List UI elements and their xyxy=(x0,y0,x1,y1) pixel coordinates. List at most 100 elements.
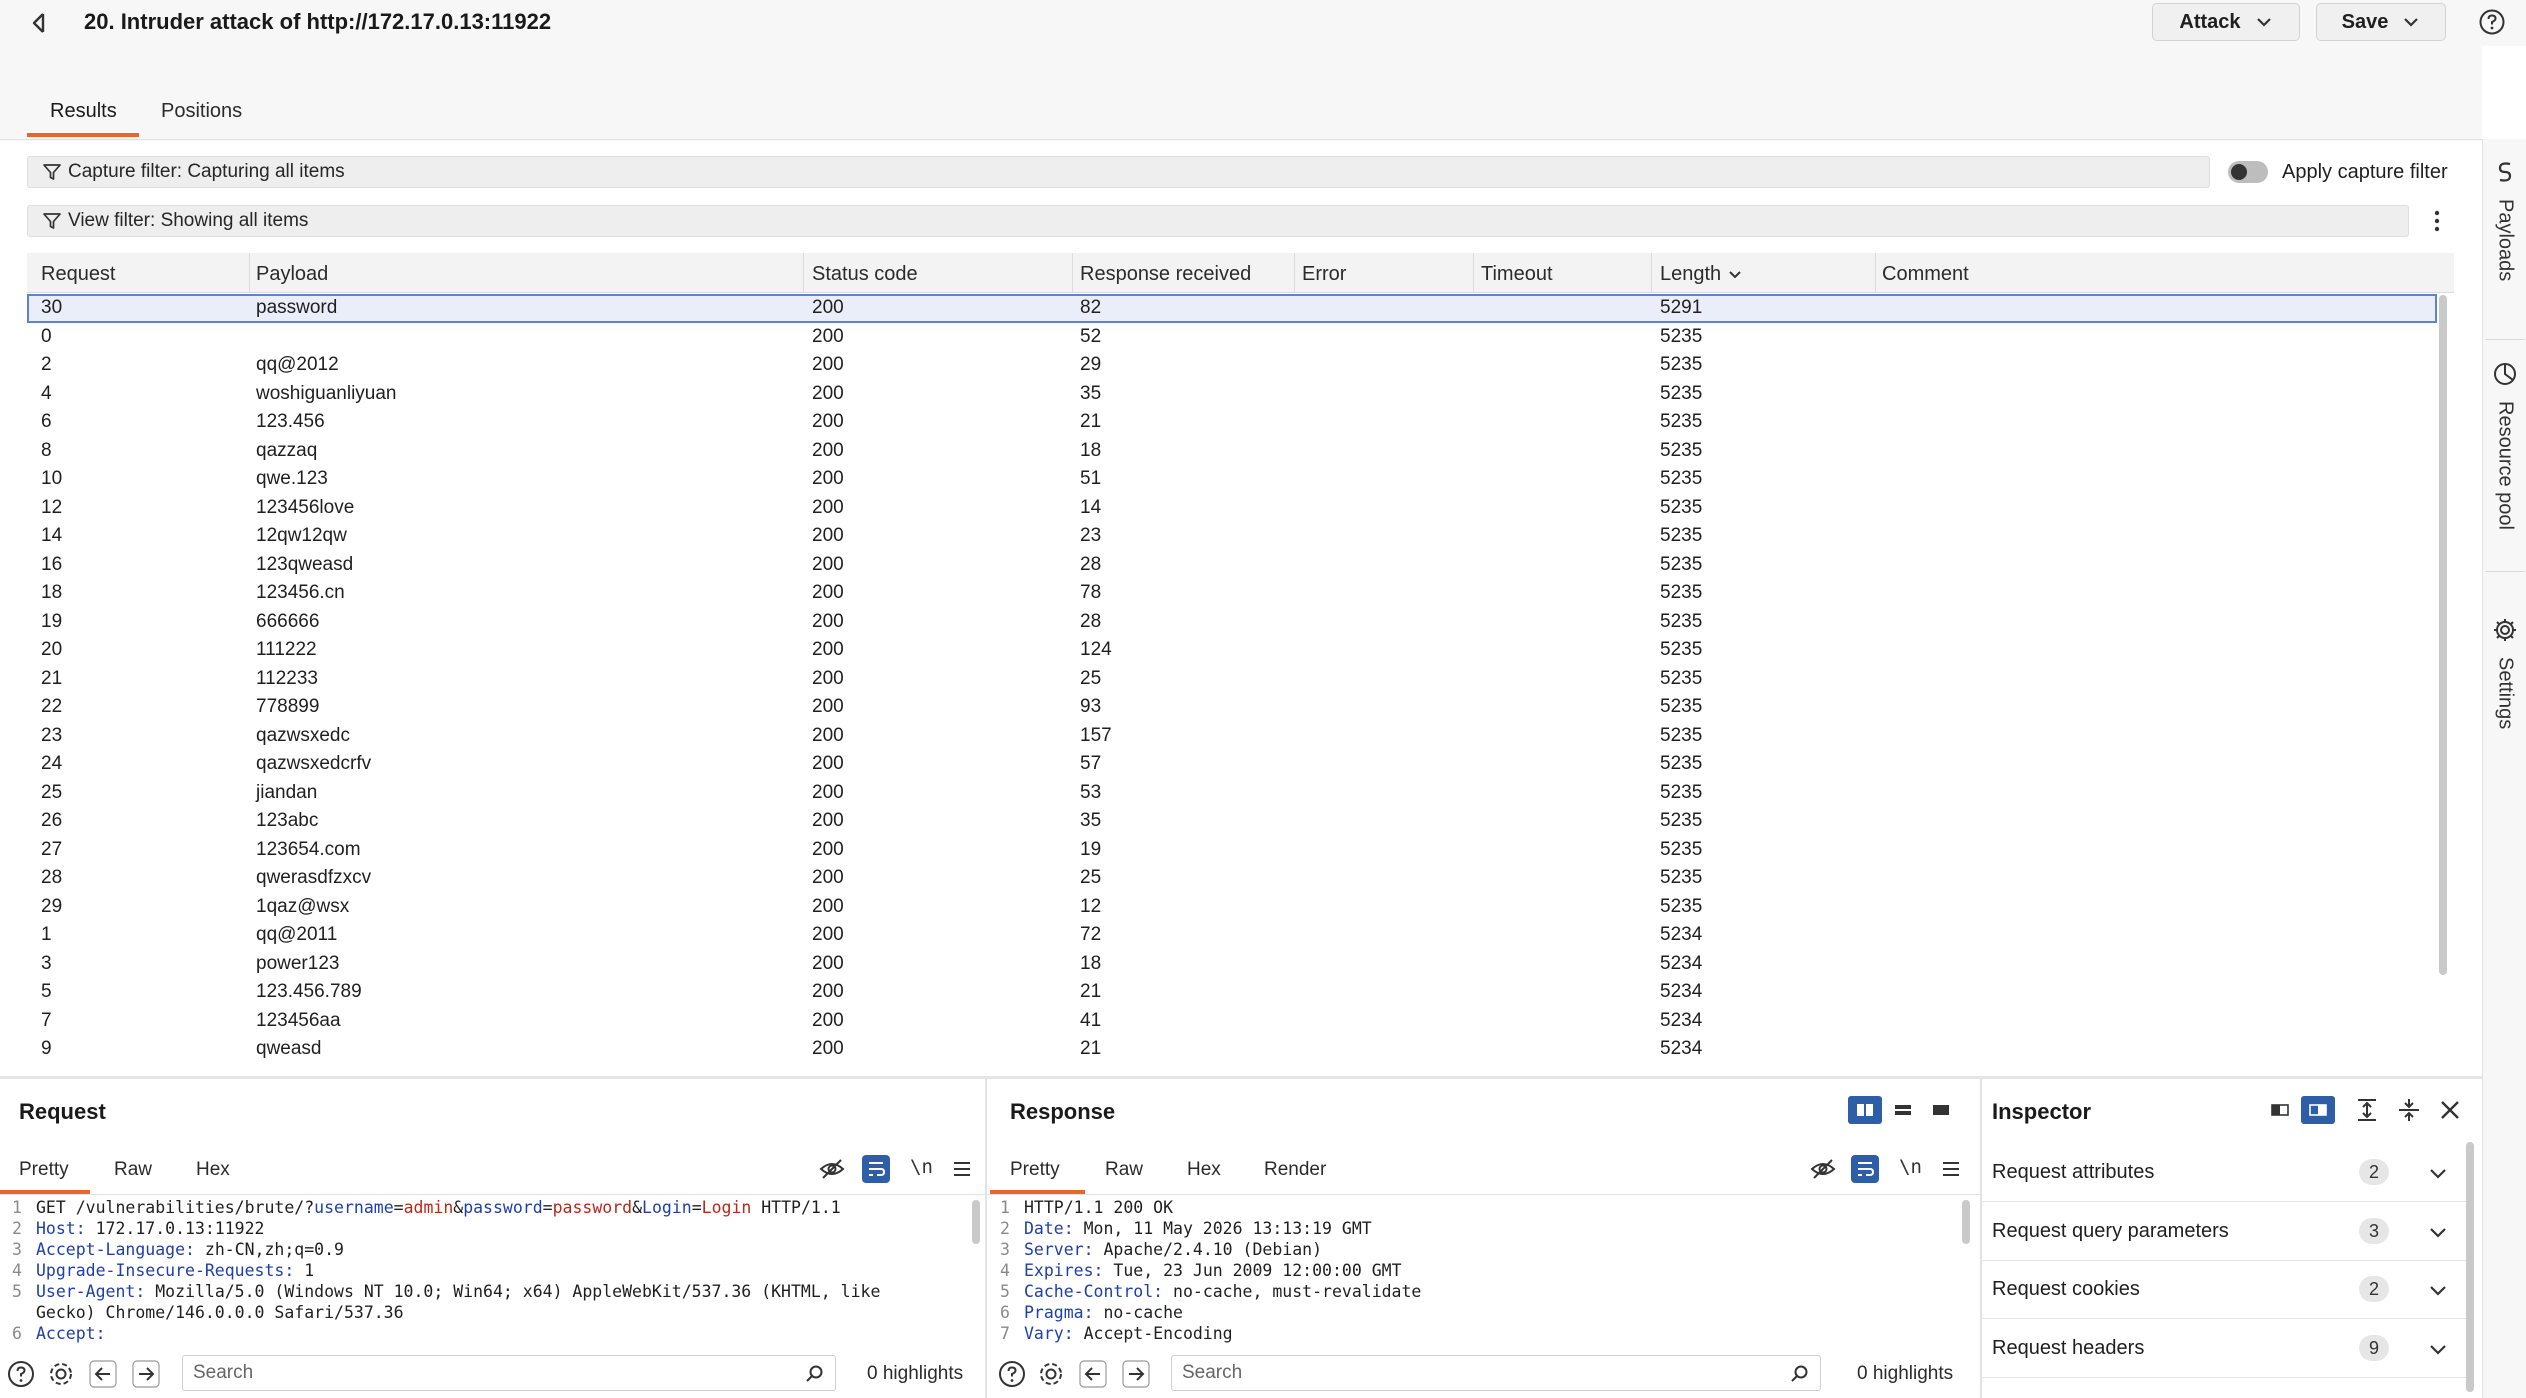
back-arrow-icon[interactable] xyxy=(26,8,56,38)
inspector-section[interactable]: Request cookies 2 xyxy=(0,1261,2470,1319)
layout-stacked-button[interactable] xyxy=(1886,1096,1920,1124)
column-header-response-received[interactable]: Response received xyxy=(1080,263,1251,286)
layout-tabs-button[interactable] xyxy=(1924,1096,1958,1124)
view-filter-bar[interactable]: View filter: Showing all items xyxy=(27,205,2409,237)
table-row[interactable]: 6 123.456 200 21 5235 xyxy=(27,408,2437,437)
inspector-section[interactable]: Request headers 9 xyxy=(0,1320,2470,1378)
column-divider[interactable] xyxy=(1651,253,1652,293)
cell-response-received: 23 xyxy=(1080,525,1102,546)
column-divider[interactable] xyxy=(1072,253,1073,293)
table-row[interactable]: 0 200 52 5235 xyxy=(27,323,2437,352)
cell-length: 5234 xyxy=(1660,952,1703,974)
inspector-section-label: Request cookies xyxy=(1992,1278,2140,1300)
table-row[interactable]: 1 qq@2011 200 72 5234 xyxy=(27,921,2437,950)
more-options-icon[interactable] xyxy=(2425,206,2449,236)
column-divider[interactable] xyxy=(1473,253,1474,293)
table-row[interactable]: 10 qwe.123 200 51 5235 xyxy=(27,465,2437,494)
apply-capture-filter-toggle[interactable] xyxy=(2228,161,2268,183)
table-row[interactable]: 4 woshiguanliyuan 200 35 5235 xyxy=(27,380,2437,409)
table-row[interactable]: 7 123456aa 200 41 5234 xyxy=(27,1007,2437,1036)
column-header-request[interactable]: Request xyxy=(41,263,116,286)
count-badge: 2 xyxy=(2359,1159,2389,1185)
column-header-comment[interactable]: Comment xyxy=(1882,263,1969,286)
cell-status-code: 200 xyxy=(812,667,844,689)
column-header-error[interactable]: Error xyxy=(1302,263,1346,286)
tab-strip xyxy=(0,46,2482,141)
table-row[interactable]: 14 12qw12qw 200 23 5235 xyxy=(27,522,2437,551)
attack-menu-button[interactable]: Attack xyxy=(2152,3,2300,41)
title-bar: 20. Intruder attack of http://172.17.0.1… xyxy=(0,0,2526,46)
chevron-down-icon[interactable] xyxy=(2427,1162,2449,1184)
cell-length: 5234 xyxy=(1660,924,1703,945)
column-divider[interactable] xyxy=(1875,253,1876,293)
chevron-down-icon[interactable] xyxy=(2427,1338,2449,1360)
cell-response-received: 18 xyxy=(1080,439,1102,461)
cell-payload: qazzaq xyxy=(256,439,318,461)
table-row[interactable]: 5 123.456.789 200 21 5234 xyxy=(27,978,2437,1007)
table-row[interactable]: 22 778899 200 93 5235 xyxy=(27,693,2437,722)
cell-payload: 111222 xyxy=(256,639,317,660)
cell-response-received: 53 xyxy=(1080,781,1102,803)
chevron-down-icon[interactable] xyxy=(2427,1221,2449,1243)
collapse-all-icon[interactable] xyxy=(2396,1097,2422,1123)
cell-response-received: 12 xyxy=(1080,895,1102,917)
table-row[interactable]: 21 112233 200 25 5235 xyxy=(27,665,2437,694)
layout-side-by-side-button[interactable] xyxy=(1848,1096,1882,1124)
cell-length: 5291 xyxy=(1660,297,1703,318)
tab-results[interactable]: Results xyxy=(50,100,117,123)
cell-request: 16 xyxy=(41,553,63,575)
cell-payload: 12qw12qw xyxy=(256,525,347,546)
table-row[interactable]: 16 123qweasd 200 28 5235 xyxy=(27,551,2437,580)
table-row[interactable]: 26 123abc 200 35 5235 xyxy=(27,807,2437,836)
column-divider[interactable] xyxy=(249,253,250,293)
table-row[interactable]: 20 111222 200 124 5235 xyxy=(27,636,2437,665)
capture-filter-bar[interactable]: Capture filter: Capturing all items xyxy=(27,156,2210,188)
table-row[interactable]: 18 123456.cn 200 78 5235 xyxy=(27,579,2437,608)
column-header-payload[interactable]: Payload xyxy=(256,263,328,286)
expand-all-icon[interactable] xyxy=(2354,1097,2380,1123)
rail-payloads[interactable]: Payloads xyxy=(2483,159,2526,281)
table-row[interactable]: 23 qazwsxedc 200 157 5235 xyxy=(27,722,2437,751)
table-row[interactable]: 30 password 200 82 5291 xyxy=(27,294,2437,323)
table-row[interactable]: 27 123654.com 200 19 5235 xyxy=(27,836,2437,865)
rail-settings[interactable]: Settings xyxy=(2483,617,2526,729)
cell-status-code: 200 xyxy=(812,924,844,945)
tab-positions[interactable]: Positions xyxy=(161,100,242,123)
cell-request: 9 xyxy=(41,1038,52,1059)
table-row[interactable]: 2 qq@2012 200 29 5235 xyxy=(27,351,2437,380)
column-divider[interactable] xyxy=(803,253,804,293)
help-icon[interactable] xyxy=(2478,8,2506,36)
table-row[interactable]: 19 666666 200 28 5235 xyxy=(27,608,2437,637)
column-header-timeout[interactable]: Timeout xyxy=(1481,263,1553,286)
inspector-section[interactable]: Request query parameters 3 xyxy=(0,1203,2470,1261)
gear-icon xyxy=(2494,619,2516,641)
table-row[interactable]: 24 qazwsxedcrfv 200 57 5235 xyxy=(27,750,2437,779)
chevron-down-icon[interactable] xyxy=(2427,1279,2449,1301)
cell-length: 5235 xyxy=(1660,667,1703,689)
table-scrollbar[interactable] xyxy=(2439,295,2447,975)
table-row[interactable]: 29 1qaz@wsx 200 12 5235 xyxy=(27,893,2437,922)
column-header-length[interactable]: Length xyxy=(1660,263,1743,286)
close-icon[interactable] xyxy=(2437,1097,2463,1123)
cell-request: 30 xyxy=(41,297,63,318)
table-row[interactable]: 25 jiandan 200 53 5235 xyxy=(27,779,2437,808)
inspector-scrollbar[interactable] xyxy=(2466,1142,2474,1392)
cell-response-received: 51 xyxy=(1080,468,1102,489)
column-header-status-code[interactable]: Status code xyxy=(812,263,918,286)
table-row[interactable]: 28 qwerasdfzxcv 200 25 5235 xyxy=(27,864,2437,893)
cell-length: 5235 xyxy=(1660,439,1703,461)
inspector-layout-right-button[interactable] xyxy=(2301,1096,2335,1124)
table-row[interactable]: 3 power123 200 18 5234 xyxy=(27,950,2437,979)
rail-resource-pool[interactable]: Resource pool xyxy=(2483,361,2526,530)
inspector-section[interactable]: Request attributes 2 xyxy=(0,1144,2470,1202)
table-row[interactable]: 8 qazzaq 200 18 5235 xyxy=(27,437,2437,466)
inspector-layout-left-button[interactable] xyxy=(2263,1096,2297,1124)
cell-response-received: 57 xyxy=(1080,753,1102,774)
cell-payload: 123abc xyxy=(256,810,319,831)
column-divider[interactable] xyxy=(1294,253,1295,293)
table-row[interactable]: 9 qweasd 200 21 5234 xyxy=(27,1035,2437,1064)
table-row[interactable]: 12 123456love 200 14 5235 xyxy=(27,494,2437,523)
cell-length: 5235 xyxy=(1660,867,1703,888)
save-menu-button[interactable]: Save xyxy=(2316,3,2446,41)
cell-request: 21 xyxy=(41,667,63,689)
